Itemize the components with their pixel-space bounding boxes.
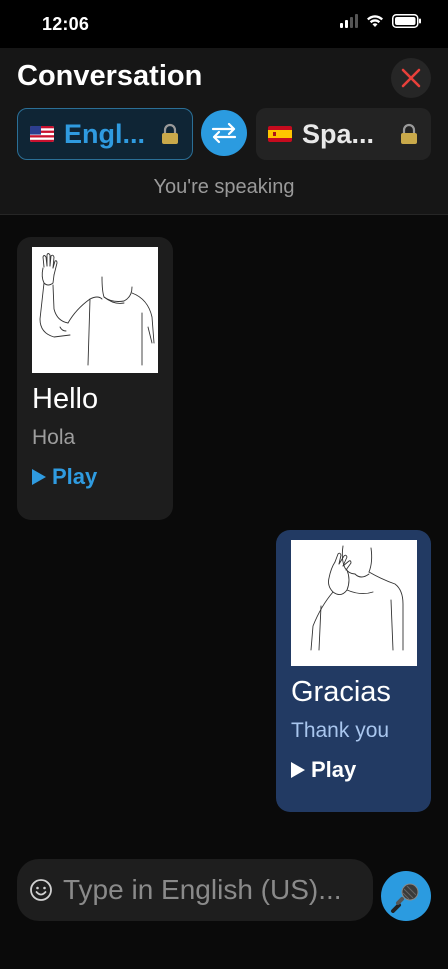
- lock-icon: [162, 123, 178, 144]
- message-translation: Thank you: [291, 719, 390, 742]
- source-language-label: Engl...: [64, 118, 145, 149]
- message-translation: Hola: [32, 426, 76, 449]
- source-language-button[interactable]: Engl...: [17, 108, 193, 160]
- target-language-label: Spa...: [302, 118, 375, 149]
- message-bubble-sent: Gracias Thank you Play: [276, 530, 431, 812]
- play-button[interactable]: Play: [291, 757, 416, 783]
- status-bar: 12:06: [0, 0, 448, 48]
- page-title: Conversation: [17, 60, 203, 92]
- message-bubble-received: Hello Hola Play: [17, 237, 173, 520]
- speaking-indicator: You're speaking: [153, 176, 295, 198]
- play-icon: [291, 762, 305, 778]
- close-icon: [401, 68, 421, 88]
- play-label: Play: [311, 757, 357, 782]
- message-input[interactable]: [63, 874, 353, 906]
- play-button[interactable]: Play: [32, 464, 158, 490]
- us-flag-icon: [30, 126, 54, 142]
- message-composer: [17, 859, 373, 921]
- lock-icon: [401, 123, 417, 144]
- close-button[interactable]: [391, 58, 431, 98]
- message-text: Gracias: [291, 676, 391, 708]
- swap-languages-button[interactable]: [201, 110, 247, 156]
- play-icon: [32, 469, 46, 485]
- wifi-icon: [367, 15, 383, 27]
- es-flag-icon: [268, 126, 292, 142]
- cellular-signal-icon: [340, 14, 358, 28]
- swap-arrows-icon: [211, 122, 237, 144]
- microphone-button[interactable]: [381, 871, 431, 921]
- sign-illustration-hello: [32, 247, 158, 373]
- conversation-header: Conversation Engl... Spa... You're speak…: [0, 48, 448, 215]
- message-text: Hello: [32, 383, 99, 415]
- status-time: 12:06: [42, 14, 90, 34]
- microphone-icon: [391, 883, 419, 913]
- sign-illustration-thank-you: [291, 540, 417, 666]
- status-icons: [340, 14, 422, 28]
- play-label: Play: [52, 464, 98, 489]
- emoji-icon[interactable]: [29, 878, 53, 902]
- target-language-button[interactable]: Spa...: [256, 108, 431, 160]
- battery-icon: [392, 14, 421, 28]
